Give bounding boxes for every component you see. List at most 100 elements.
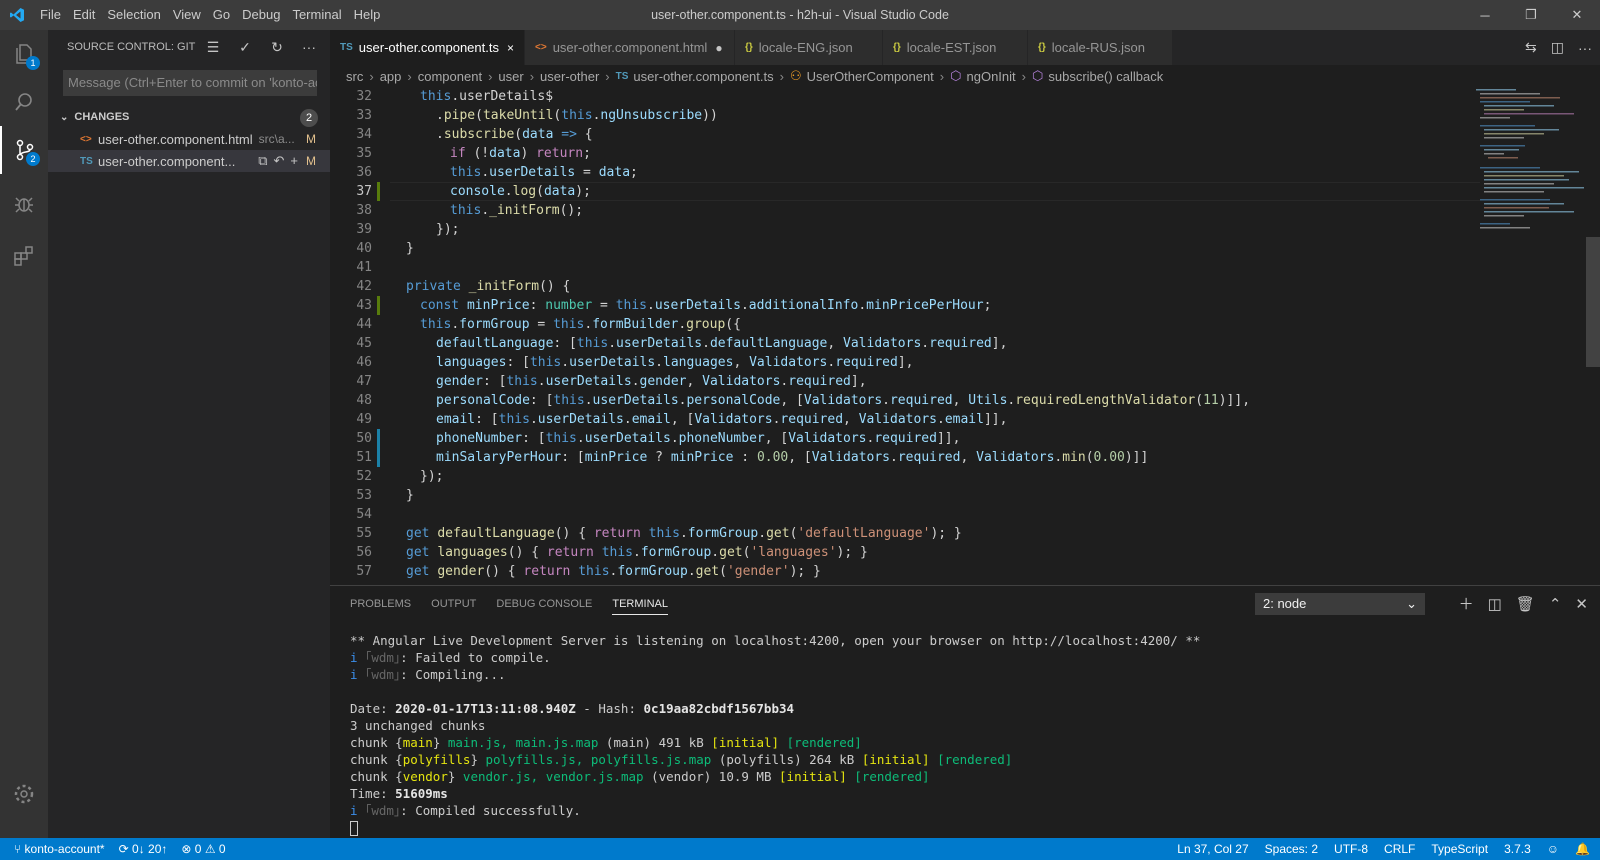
breadcrumb-item[interactable]: ngOnInit	[967, 69, 1016, 84]
code-line: 46 languages: [this.userDetails.languages…	[356, 355, 914, 370]
manage-activity[interactable]	[0, 770, 48, 818]
tab-locale-est[interactable]: {} locale-EST.json	[883, 30, 1028, 65]
tab-output[interactable]: OUTPUT	[431, 598, 476, 610]
search-activity[interactable]	[0, 78, 48, 126]
split-terminal-icon[interactable]: ◫	[1488, 595, 1502, 613]
scm-activity[interactable]: 2	[0, 126, 48, 174]
breadcrumb-item[interactable]: UserOtherComponent	[807, 69, 934, 84]
close-window-icon[interactable]: ✕	[1554, 0, 1600, 30]
extensions-activity[interactable]	[0, 232, 48, 280]
ts-file-icon: TS	[615, 70, 629, 82]
chevron-right-icon: ›	[369, 68, 374, 84]
discard-changes-icon[interactable]: ↶	[274, 153, 285, 169]
code-line: 41	[356, 260, 372, 275]
restore-icon[interactable]: ❐	[1508, 0, 1554, 30]
tab-user-other-component-ts[interactable]: TS user-other.component.ts ×	[330, 30, 525, 65]
close-icon[interactable]: ×	[507, 41, 514, 55]
changed-file-row[interactable]: TS user-other.component... ⧉ ↶ + M	[48, 150, 330, 172]
changed-file-row[interactable]: <> user-other.component.html src\a... M	[48, 128, 330, 150]
json-file-icon: {}	[893, 42, 901, 53]
refresh-icon[interactable]: ↻	[266, 39, 288, 56]
code-line: 34 .subscribe(data => {	[356, 127, 593, 142]
terminal-select[interactable]: 2: node ⌄	[1255, 593, 1425, 615]
method-symbol-icon: ⬡	[950, 68, 962, 83]
terminal-line: Time: 51609ms	[350, 786, 448, 801]
ts-version[interactable]: 3.7.3	[1504, 842, 1531, 856]
explorer-activity[interactable]: 1	[0, 30, 48, 78]
tab-user-other-component-html[interactable]: <> user-other.component.html ●	[525, 30, 735, 65]
breadcrumb-item[interactable]: src	[346, 69, 363, 84]
code-editor[interactable]: 32 this.userDetails$ 33 .pipe(takeUntil(th…	[330, 87, 1600, 585]
more-actions-icon[interactable]: ···	[298, 39, 320, 55]
stage-changes-icon[interactable]: +	[290, 153, 298, 169]
code-line: 54	[356, 507, 372, 522]
code-line: 44 this.formGroup = this.formBuilder.grou…	[356, 317, 741, 332]
method-symbol-icon: ⬡	[1032, 68, 1044, 83]
split-editor-icon[interactable]: ◫	[1551, 39, 1564, 56]
html-file-icon: <>	[80, 133, 92, 145]
minimap[interactable]	[1476, 87, 1586, 247]
tab-problems[interactable]: PROBLEMS	[350, 598, 411, 610]
maximize-panel-icon[interactable]: ⌃	[1549, 595, 1562, 613]
terminal-output[interactable]: ** Angular Live Development Server is li…	[350, 632, 1200, 836]
modified-line-marker	[377, 448, 380, 467]
cursor-position[interactable]: Ln 37, Col 27	[1177, 842, 1248, 856]
tab-label: locale-EST.json	[906, 40, 997, 55]
encoding[interactable]: UTF-8	[1334, 842, 1368, 856]
changed-file-name: user-other.component.html	[98, 131, 253, 147]
menu-help[interactable]: Help	[348, 0, 387, 30]
menu-edit[interactable]: Edit	[67, 0, 101, 30]
menu-selection[interactable]: Selection	[101, 0, 166, 30]
terminal-line: ** Angular Live Development Server is li…	[350, 633, 1201, 648]
tab-terminal[interactable]: TERMINAL	[612, 598, 668, 615]
breadcrumb-item[interactable]: user	[498, 69, 523, 84]
terminal-line: i ｢wdm｣: Compiled successfully.	[350, 803, 581, 818]
more-actions-icon[interactable]: ···	[1578, 40, 1592, 56]
menu-bar: File Edit Selection View Go Debug Termin…	[34, 0, 386, 30]
feedback-smiley-icon[interactable]: ☺	[1547, 842, 1559, 856]
extensions-icon	[14, 246, 33, 266]
end-of-line[interactable]: CRLF	[1384, 842, 1415, 856]
menu-go[interactable]: Go	[207, 0, 236, 30]
breadcrumb-item[interactable]: subscribe() callback	[1048, 69, 1163, 84]
editor-scrollbar[interactable]	[1586, 237, 1600, 367]
breadcrumb-item[interactable]: user-other	[540, 69, 599, 84]
new-terminal-icon[interactable]: ＋	[1459, 593, 1474, 614]
indentation[interactable]: Spaces: 2	[1265, 842, 1318, 856]
breadcrumb-item[interactable]: app	[380, 69, 402, 84]
language-mode[interactable]: TypeScript	[1431, 842, 1488, 856]
branch-status[interactable]: ⑂ konto-account*	[14, 842, 105, 856]
view-as-tree-icon[interactable]: ☰	[202, 39, 224, 56]
commit-check-icon[interactable]: ✓	[234, 39, 256, 56]
open-changes-icon[interactable]: ⇆	[1525, 39, 1537, 56]
breadcrumb-item[interactable]: component	[418, 69, 482, 84]
changes-section-header[interactable]: ⌄ CHANGES 2	[48, 106, 330, 128]
changes-label: CHANGES	[74, 111, 130, 123]
code-line: 43 const minPrice: number = this.userDeta…	[356, 296, 992, 315]
ts-file-icon: TS	[80, 155, 93, 167]
changes-count-badge: 2	[300, 109, 318, 127]
minimize-icon[interactable]: ─	[1462, 0, 1508, 30]
tab-locale-rus[interactable]: {} locale-RUS.json	[1028, 30, 1173, 65]
chevron-right-icon: ›	[488, 68, 493, 84]
unsaved-dot-icon[interactable]: ●	[715, 41, 722, 55]
problems-status[interactable]: ⊗ 0 ⚠ 0	[181, 842, 225, 856]
terminal-line: chunk {vendor} vendor.js, vendor.js.map …	[350, 769, 930, 784]
menu-file[interactable]: File	[34, 0, 67, 30]
open-file-icon[interactable]: ⧉	[258, 153, 267, 169]
tab-debug-console[interactable]: DEBUG CONSOLE	[496, 598, 592, 610]
debug-activity[interactable]	[0, 180, 48, 228]
trash-icon[interactable]: 🗑	[1516, 595, 1535, 613]
git-branch-icon: ⑂	[14, 842, 22, 856]
sync-status[interactable]: ⟳ 0↓ 20↑	[119, 842, 168, 856]
terminal-line: Date: 2020-01-17T13:11:08.940Z - Hash: 0…	[350, 701, 795, 716]
tab-locale-eng[interactable]: {} locale-ENG.json	[735, 30, 883, 65]
commit-message-input[interactable]: Message (Ctrl+Enter to commit on 'konto-…	[63, 70, 317, 96]
breadcrumb-item[interactable]: user-other.component.ts	[633, 69, 773, 84]
menu-terminal[interactable]: Terminal	[286, 0, 347, 30]
menu-debug[interactable]: Debug	[236, 0, 286, 30]
sidebar-header: SOURCE CONTROL: GIT ☰ ✓ ↻ ···	[48, 30, 330, 64]
close-panel-icon[interactable]: ✕	[1575, 595, 1588, 613]
notifications-bell-icon[interactable]: 🔔	[1575, 842, 1590, 856]
menu-view[interactable]: View	[167, 0, 207, 30]
